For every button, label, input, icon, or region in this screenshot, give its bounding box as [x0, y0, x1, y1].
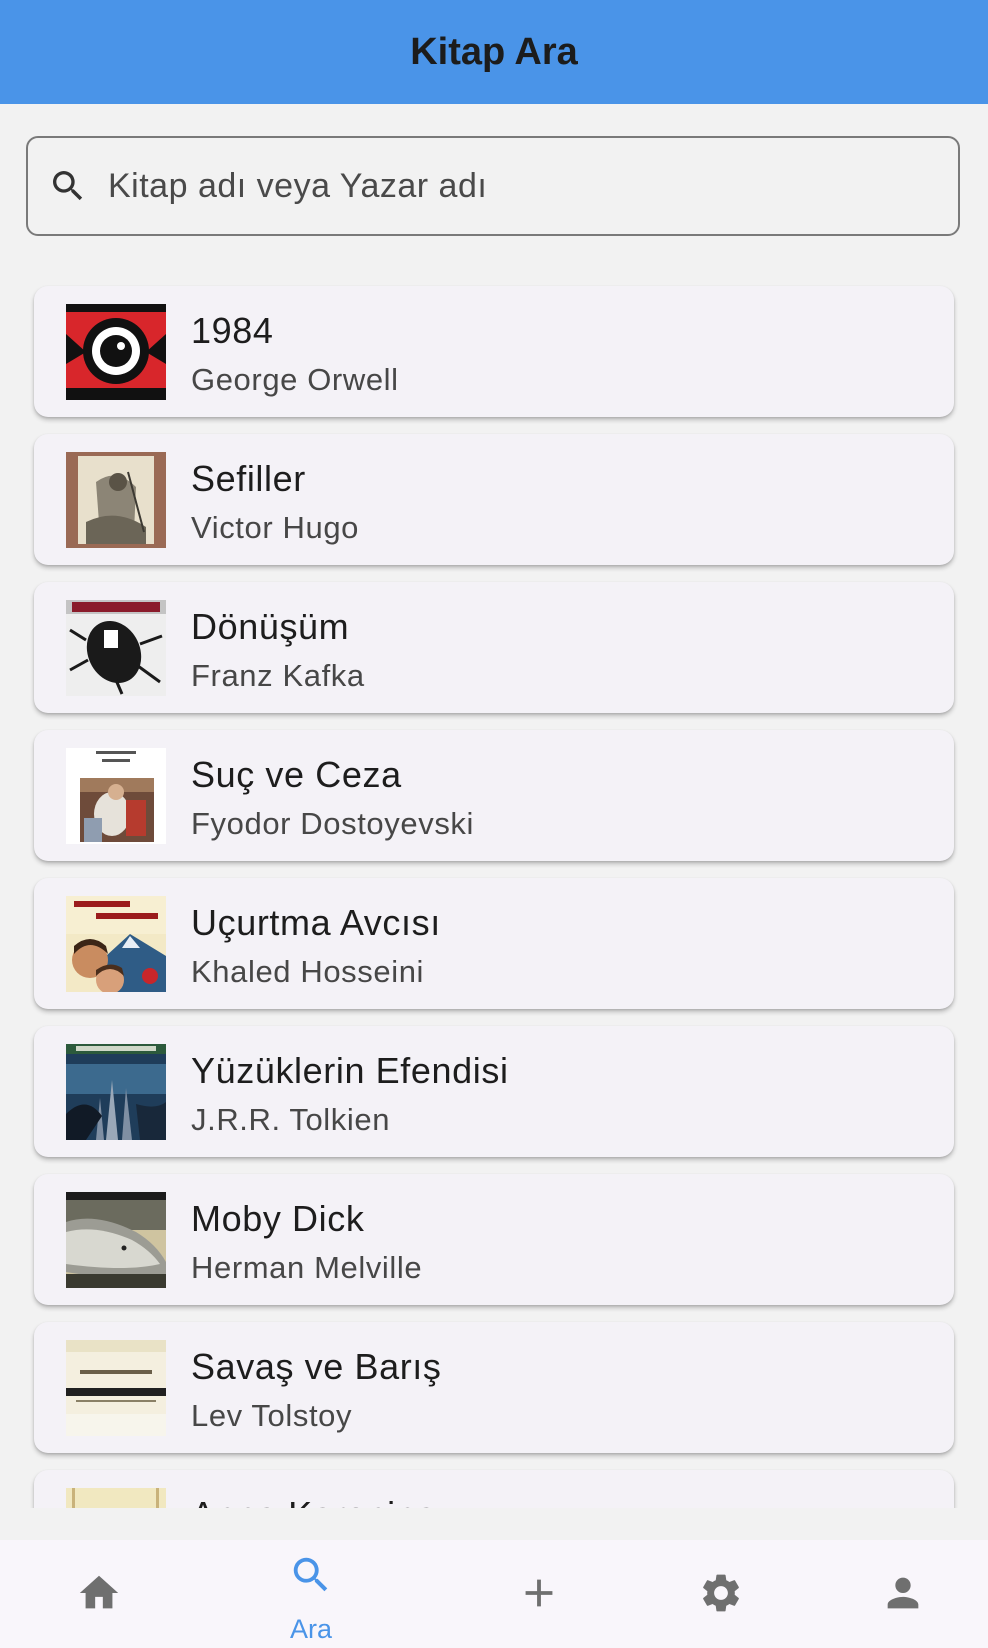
book-list-item[interactable]: Yüzüklerin Efendisi J.R.R. Tolkien — [34, 1026, 954, 1157]
book-list-item[interactable]: Moby Dick Herman Melville — [34, 1174, 954, 1305]
book-cover-image — [66, 1488, 166, 1508]
settings-icon — [703, 1574, 739, 1612]
book-cover-image — [66, 1340, 166, 1436]
book-author: J.R.R. Tolkien — [191, 1102, 391, 1137]
nav-home[interactable] — [0, 1540, 198, 1648]
book-cover-image — [66, 1044, 166, 1140]
nav-add[interactable] — [440, 1540, 638, 1648]
book-cover-image — [66, 600, 166, 696]
book-title: Moby Dick — [191, 1198, 365, 1239]
book-list-item[interactable]: Savaş ve Barış Lev Tolstoy — [34, 1322, 954, 1453]
book-title: Anna Karenina — [191, 1494, 437, 1508]
book-cover-image — [66, 304, 166, 400]
book-list-item[interactable]: Sefiller Victor Hugo — [34, 434, 954, 565]
bottom-navigation-bar: Ara — [0, 1540, 988, 1648]
search-icon — [293, 1557, 328, 1592]
search-icon — [53, 171, 83, 201]
page-title: Kitap Ara — [410, 30, 578, 73]
book-cover-image — [66, 452, 166, 548]
book-author: Fyodor Dostoyevski — [191, 806, 475, 841]
book-title: 1984 — [191, 310, 274, 351]
nav-search[interactable]: Ara — [212, 1540, 410, 1648]
app-bar: Kitap Ara — [0, 0, 988, 104]
book-cover-image — [66, 1192, 166, 1288]
book-list-item[interactable]: Dönüşüm Franz Kafka — [34, 582, 954, 713]
book-title: Yüzüklerin Efendisi — [191, 1050, 509, 1091]
book-cover-image — [66, 896, 166, 992]
book-author: George Orwell — [191, 362, 399, 397]
book-title: Sefiller — [191, 458, 306, 499]
nav-settings[interactable] — [622, 1540, 820, 1648]
book-author: Franz Kafka — [191, 658, 365, 693]
home-icon — [79, 1575, 119, 1609]
book-list-item[interactable]: Suç ve Ceza Fyodor Dostoyevski — [34, 730, 954, 861]
person-icon — [887, 1577, 919, 1609]
book-author: Lev Tolstoy — [191, 1398, 353, 1433]
add-icon — [525, 1579, 553, 1607]
book-author: Khaled Hosseini — [191, 954, 425, 989]
nav-profile[interactable] — [804, 1540, 988, 1648]
book-list-item[interactable]: Anna Karenina — [34, 1470, 954, 1508]
book-list-item[interactable]: 1984 George Orwell — [34, 286, 954, 417]
book-list-item[interactable]: Uçurtma Avcısı Khaled Hosseini — [34, 878, 954, 1009]
search-input[interactable] — [106, 165, 910, 207]
book-cover-image — [66, 748, 166, 844]
nav-label-search: Ara — [289, 1614, 333, 1644]
book-title: Dönüşüm — [191, 606, 350, 647]
book-author: Herman Melville — [191, 1250, 423, 1285]
search-field[interactable] — [26, 136, 960, 236]
book-author: Victor Hugo — [191, 510, 360, 545]
book-list[interactable]: 1984 George Orwell Sefiller Victor Hugo — [0, 270, 988, 1508]
book-title: Savaş ve Barış — [191, 1346, 442, 1387]
book-title: Suç ve Ceza — [191, 754, 402, 795]
book-title: Uçurtma Avcısı — [191, 902, 441, 943]
